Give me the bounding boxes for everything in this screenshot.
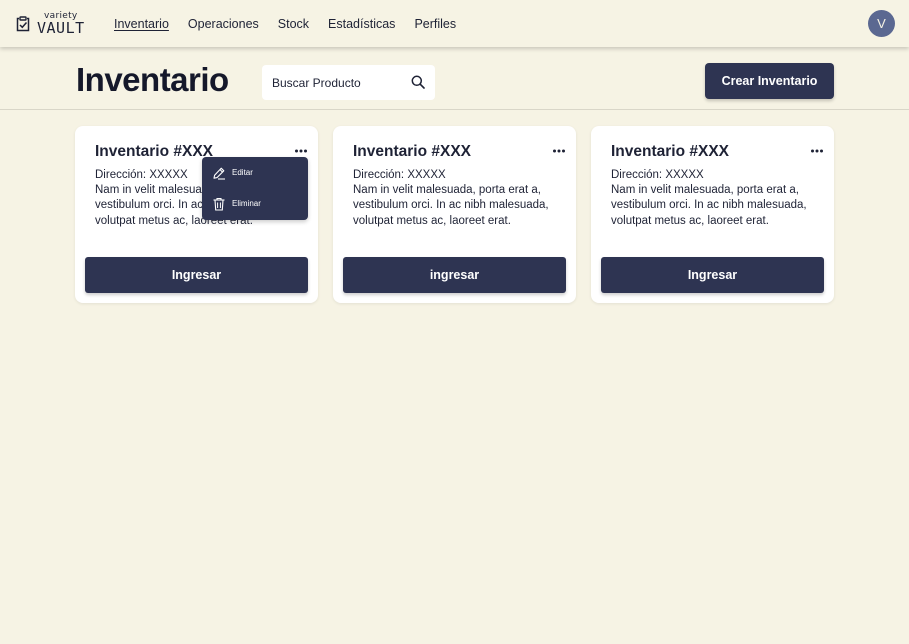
nav-item-estadisticas[interactable]: Estadísticas xyxy=(328,17,395,31)
search-icon[interactable] xyxy=(411,75,425,89)
card-description: Nam in velit malesuada, porta erat a, ve… xyxy=(611,184,807,227)
search-input[interactable] xyxy=(262,65,402,100)
more-options-icon[interactable] xyxy=(810,147,824,155)
page-header: Inventario Crear Inventario xyxy=(0,47,909,110)
trash-icon xyxy=(213,197,225,211)
menu-item-label: Editar xyxy=(232,168,253,177)
card-address: Dirección: XXXXX xyxy=(95,169,188,181)
enter-inventory-button[interactable]: Ingresar xyxy=(85,257,308,293)
pencil-icon xyxy=(213,167,225,180)
top-navbar: variety VAULT Inventario Operaciones Sto… xyxy=(0,0,909,47)
more-options-icon[interactable] xyxy=(294,147,308,155)
search-box xyxy=(262,65,435,100)
nav-item-operaciones[interactable]: Operaciones xyxy=(188,17,259,31)
page-title: Inventario xyxy=(76,61,229,98)
inventory-card: Inventario #XXX Dirección: XXXXX Nam in … xyxy=(591,126,834,303)
enter-inventory-button[interactable]: ingresar xyxy=(343,257,566,293)
card-address: Dirección: XXXXX xyxy=(353,169,446,181)
clipboard-check-icon xyxy=(16,16,30,32)
menu-item-edit[interactable]: Editar xyxy=(202,158,308,188)
create-inventory-button[interactable]: Crear Inventario xyxy=(705,63,834,99)
more-options-icon[interactable] xyxy=(552,147,566,155)
inventory-card: Inventario #XXX Dirección: XXXXX Nam in … xyxy=(333,126,576,303)
user-avatar[interactable]: V xyxy=(868,10,895,37)
card-title: Inventario #XXX xyxy=(611,143,730,160)
card-address: Dirección: XXXXX xyxy=(611,169,704,181)
nav-item-stock[interactable]: Stock xyxy=(278,17,309,31)
card-description: Nam in velit malesuada, porta erat a, ve… xyxy=(353,184,549,227)
nav-item-perfiles[interactable]: Perfiles xyxy=(414,17,456,31)
enter-inventory-button[interactable]: Ingresar xyxy=(601,257,824,293)
brand-big-text: VAULT xyxy=(37,19,85,37)
brand-logo[interactable]: variety VAULT xyxy=(15,11,87,37)
nav-item-inventario[interactable]: Inventario xyxy=(114,17,169,31)
main-nav: Inventario Operaciones Stock Estadística… xyxy=(114,17,456,31)
card-title: Inventario #XXX xyxy=(95,143,214,160)
menu-item-label: Eliminar xyxy=(232,199,261,208)
brand-wordmark: variety VAULT xyxy=(37,11,87,37)
card-title: Inventario #XXX xyxy=(353,143,472,160)
card-context-menu: Editar Eliminar xyxy=(202,157,308,220)
menu-item-delete[interactable]: Eliminar xyxy=(202,189,308,219)
